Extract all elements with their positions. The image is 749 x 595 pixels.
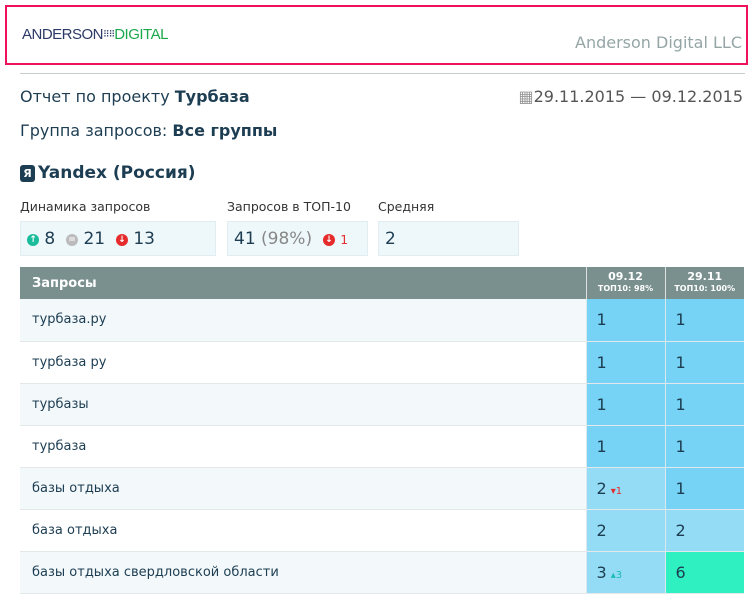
query-cell: турбаза.ру: [20, 299, 586, 342]
date-range-text: 29.11.2015 — 09.12.2015: [533, 87, 743, 106]
position-cell: 1: [585, 425, 665, 468]
position-cell: 2: [664, 509, 744, 552]
avg-box: 2: [378, 221, 519, 256]
table-row: базы отдыха 2 ▾1 1: [20, 467, 744, 510]
logo-text-right: DIGITAL: [114, 26, 168, 43]
position-value: 1: [596, 436, 607, 456]
query-cell: базы отдыха: [20, 467, 586, 510]
yandex-icon: Я: [20, 165, 35, 182]
logo-text-left: ANDERSON: [22, 26, 104, 43]
top10-percent: (98%): [261, 229, 313, 249]
query-cell: турбаза: [20, 425, 586, 468]
up-count: 8: [44, 229, 56, 249]
position-value: 2: [596, 520, 607, 540]
position-cell: 3 ▴3: [585, 551, 665, 594]
column-top10: ТОП10: 100%: [674, 284, 736, 293]
top10-label: Запросов в ТОП-10: [227, 199, 351, 214]
positions-table: Запросы 09.12 ТОП10: 98% 29.11 ТОП10: 100%…: [20, 267, 744, 594]
column-date: 29.11: [687, 270, 723, 283]
position-cell: 1: [664, 299, 744, 342]
table-header: Запросы 09.12 ТОП10: 98% 29.11 ТОП10: 100%: [20, 267, 744, 299]
position-change: ▾1: [610, 485, 623, 497]
top10-count: 41: [234, 229, 256, 249]
date-range: ▦29.11.2015 — 09.12.2015: [518, 87, 743, 106]
position-cell: 1: [585, 299, 665, 342]
table-row: турбаза.ру 1 1: [20, 299, 744, 342]
position-cell: 1: [585, 383, 665, 426]
arrow-up-icon: ↑: [27, 234, 39, 246]
top10-change: 1: [340, 233, 348, 247]
equal-icon: =: [66, 234, 79, 246]
calendar-icon: ▦: [518, 87, 534, 106]
query-group: Группа запросов: Все группы: [20, 121, 277, 140]
project-name: Турбаза: [174, 87, 250, 106]
position-cell: 6: [664, 551, 744, 594]
change-value: 3: [615, 569, 623, 581]
avg-value: 2: [385, 229, 396, 249]
logo-dots-icon: ⠿⠿: [103, 29, 115, 39]
query-cell: турбаза ру: [20, 341, 586, 384]
position-cell: 1: [664, 425, 744, 468]
position-value: 1: [596, 310, 607, 330]
divider: [20, 73, 745, 74]
position-cell: 1: [664, 341, 744, 384]
dynamics-label: Динамика запросов: [20, 199, 151, 214]
group-prefix: Группа запросов:: [20, 121, 168, 140]
position-value: 1: [596, 394, 607, 414]
dynamics-box: ↑ 8 = 21 ↓ 13: [20, 221, 216, 256]
table-row: турбазы 1 1: [20, 383, 744, 426]
table-row: база отдыха 2 2: [20, 509, 744, 552]
down-count: 13: [133, 229, 155, 249]
position-cell: 2: [585, 509, 665, 552]
report-title: Отчет по проекту Турбаза: [20, 87, 250, 106]
logo: ANDERSON⠿⠿DIGITAL: [22, 26, 168, 43]
avg-label: Средняя: [378, 199, 435, 214]
position-value: 3: [596, 562, 607, 582]
column-date: 09.12: [608, 270, 643, 283]
arrow-down-icon: ↓: [115, 234, 128, 246]
same-count: 21: [83, 229, 106, 249]
title-prefix: Отчет по проекту: [20, 87, 170, 106]
group-name: Все группы: [172, 121, 278, 140]
position-cell: 1: [664, 467, 744, 510]
change-value: 1: [615, 485, 623, 497]
header: ANDERSON⠿⠿DIGITAL Anderson Digital LLC: [5, 5, 748, 65]
position-change: ▴3: [610, 569, 623, 581]
query-cell: турбазы: [20, 383, 586, 426]
engine-name: Yandex (Россия): [38, 163, 196, 183]
company-name: Anderson Digital LLC: [575, 33, 742, 52]
top10-box: 41 (98%) ↓ 1: [227, 221, 368, 256]
table-row: базы отдыха свердловской области 3 ▴3 6: [20, 551, 744, 594]
column-top10: ТОП10: 98%: [597, 284, 654, 293]
column-header-date[interactable]: 29.11 ТОП10: 100%: [664, 267, 744, 299]
column-header-date[interactable]: 09.12 ТОП10: 98%: [585, 267, 665, 299]
query-cell: база отдыха: [20, 509, 586, 552]
table-row: турбаза ру 1 1: [20, 341, 744, 384]
position-cell: 2 ▾1: [585, 467, 665, 510]
position-cell: 1: [585, 341, 665, 384]
arrow-down-icon: ↓: [322, 234, 335, 246]
position-cell: 1: [664, 383, 744, 426]
position-value: 1: [596, 352, 607, 372]
table-row: турбаза 1 1: [20, 425, 744, 468]
query-cell: базы отдыха свердловской области: [20, 551, 586, 594]
position-value: 2: [596, 478, 607, 498]
engine-title: Я Yandex (Россия): [20, 163, 196, 183]
column-header-queries[interactable]: Запросы: [20, 267, 586, 299]
